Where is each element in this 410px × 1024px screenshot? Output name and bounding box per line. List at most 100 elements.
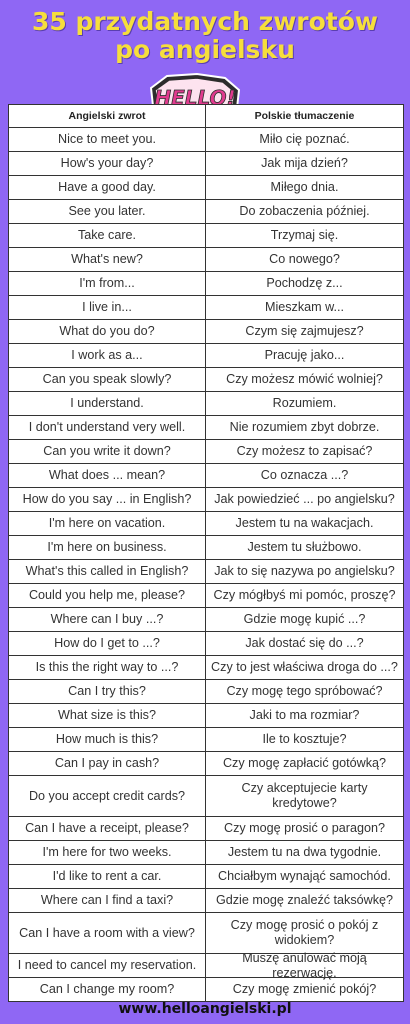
polish-translation: Czy mogę zapłacić gotówką? bbox=[222, 756, 387, 770]
polish-translation: Czym się zajmujesz? bbox=[245, 324, 364, 338]
english-phrase: How do you say ... in English? bbox=[9, 488, 206, 511]
table-row: Could you help me, please? Czy mógłbyś mi… bbox=[9, 584, 403, 608]
polish-translation: Pracuję jako... bbox=[264, 348, 345, 362]
table-row: How do you say ... in English? Jak powied… bbox=[9, 488, 403, 512]
polish-translation: Co oznacza ...? bbox=[260, 468, 349, 482]
english-phrase: Can I pay in cash? bbox=[9, 752, 206, 775]
english-phrase: Could you help me, please? bbox=[9, 584, 206, 607]
table-row: How do I get to ...? Jak dostać się do ..… bbox=[9, 632, 403, 656]
table-row: What does ... mean? Co oznacza ...? bbox=[9, 464, 403, 488]
polish-translation: Jaki to ma rozmiar? bbox=[249, 708, 360, 722]
polish-translation: Czy to jest właściwa droga do ...? bbox=[211, 660, 398, 674]
table-row: I work as a... Pracuję jako... bbox=[9, 344, 403, 368]
title-line-2: po angielsku bbox=[115, 35, 295, 64]
english-phrase: Can I change my room? bbox=[9, 978, 206, 1001]
polish-translation: Gdzie mogę kupić ...? bbox=[243, 612, 366, 626]
table-row: I don't understand very well. Nie rozumie… bbox=[9, 416, 403, 440]
english-phrase: See you later. bbox=[9, 200, 206, 223]
table-row: I'm here on business. Jestem tu służbowo. bbox=[9, 536, 403, 560]
english-phrase: Can you speak slowly? bbox=[9, 368, 206, 391]
table-row: I live in... Mieszkam w... bbox=[9, 296, 403, 320]
english-phrase: What size is this? bbox=[9, 704, 206, 727]
polish-translation: Czy możesz to zapisać? bbox=[236, 444, 373, 458]
polish-translation: Czy mógłbyś mi pomóc, proszę? bbox=[213, 588, 396, 602]
table-row: Do you accept credit cards? Czy akceptuje… bbox=[9, 776, 403, 817]
english-phrase: Can I try this? bbox=[9, 680, 206, 703]
english-phrase: Can you write it down? bbox=[9, 440, 206, 463]
header-english: Angielski zwrot bbox=[9, 105, 206, 127]
polish-translation: Jak mija dzień? bbox=[261, 156, 348, 170]
polish-translation: Chciałbym wynająć samochód. bbox=[218, 869, 391, 883]
english-phrase: Do you accept credit cards? bbox=[9, 776, 206, 816]
polish-translation: Czy akceptujecie karty kredytowe? bbox=[241, 781, 368, 810]
english-phrase: I'm here on business. bbox=[9, 536, 206, 559]
page-title: 35 przydatnych zwrotów po angielsku bbox=[0, 8, 410, 64]
english-phrase: Where can I buy ...? bbox=[9, 608, 206, 631]
table-row: I'm here on vacation. Jestem tu na wakacj… bbox=[9, 512, 403, 536]
table-row: What size is this? Jaki to ma rozmiar? bbox=[9, 704, 403, 728]
polish-translation: Jestem tu na wakacjach. bbox=[235, 516, 374, 530]
table-row: What's this called in English? Jak to się… bbox=[9, 560, 403, 584]
polish-translation: Czy mogę prosić o pokój z widokiem? bbox=[230, 918, 379, 947]
website-url: www.helloangielski.pl bbox=[118, 1001, 292, 1017]
table-row: I'm from... Pochodzę z... bbox=[9, 272, 403, 296]
table-row: What do you do? Czym się zajmujesz? bbox=[9, 320, 403, 344]
polish-translation: Czy mogę tego spróbować? bbox=[226, 684, 383, 698]
table-row: Where can I find a taxi? Gdzie mogę znale… bbox=[9, 889, 403, 913]
polish-translation: Jestem tu służbowo. bbox=[247, 540, 362, 554]
table-row: Can I have a receipt, please? Czy mogę pr… bbox=[9, 817, 403, 841]
english-phrase: I'd like to rent a car. bbox=[9, 865, 206, 888]
english-phrase: What do you do? bbox=[9, 320, 206, 343]
english-phrase: I work as a... bbox=[9, 344, 206, 367]
polish-translation: Do zobaczenia później. bbox=[239, 204, 370, 218]
english-phrase: Is this the right way to ...? bbox=[9, 656, 206, 679]
polish-translation: Jak dostać się do ...? bbox=[245, 636, 364, 650]
polish-translation: Jak to się nazywa po angielsku? bbox=[214, 564, 395, 578]
english-phrase: Nice to meet you. bbox=[9, 128, 206, 151]
english-phrase: How much is this? bbox=[9, 728, 206, 751]
polish-translation: Miłego dnia. bbox=[270, 180, 339, 194]
english-phrase: Can I have a room with a view? bbox=[9, 913, 206, 953]
table-row: Take care. Trzymaj się. bbox=[9, 224, 403, 248]
english-phrase: What does ... mean? bbox=[9, 464, 206, 487]
english-phrase: Take care. bbox=[9, 224, 206, 247]
table-row: Can I change my room? Czy mogę zmienić po… bbox=[9, 978, 403, 1001]
polish-translation: Ile to kosztuje? bbox=[262, 732, 347, 746]
english-phrase: How's your day? bbox=[9, 152, 206, 175]
table-row: Is this the right way to ...? Czy to jest… bbox=[9, 656, 403, 680]
table-row: Can I pay in cash? Czy mogę zapłacić gotó… bbox=[9, 752, 403, 776]
phrases-table: Angielski zwrot Polskie tłumaczenie Nice… bbox=[8, 104, 404, 1002]
polish-translation: Czy możesz mówić wolniej? bbox=[226, 372, 383, 386]
table-row: Where can I buy ...? Gdzie mogę kupić ...… bbox=[9, 608, 403, 632]
table-row: Can you write it down? Czy możesz to zapi… bbox=[9, 440, 403, 464]
english-phrase: I live in... bbox=[9, 296, 206, 319]
title-line-1: 35 przydatnych zwrotów bbox=[31, 7, 379, 36]
table-row: Can I have a room with a view? Czy mogę p… bbox=[9, 913, 403, 954]
english-phrase: What's this called in English? bbox=[9, 560, 206, 583]
table-row: How much is this? Ile to kosztuje? bbox=[9, 728, 403, 752]
english-phrase: Where can I find a taxi? bbox=[9, 889, 206, 912]
polish-translation: Nie rozumiem zbyt dobrze. bbox=[229, 420, 380, 434]
english-phrase: I need to cancel my reservation. bbox=[9, 954, 206, 977]
table-row: I need to cancel my reservation. Muszę an… bbox=[9, 950, 403, 980]
polish-translation: Muszę anulować moją rezerwację. bbox=[242, 950, 367, 980]
table-row: Can you speak slowly? Czy możesz mówić wo… bbox=[9, 368, 403, 392]
polish-translation: Miło cię poznać. bbox=[259, 132, 350, 146]
english-phrase: I'm here on vacation. bbox=[9, 512, 206, 535]
polish-translation: Jak powiedzieć ... po angielsku? bbox=[214, 492, 395, 506]
polish-translation: Pochodzę z... bbox=[266, 276, 343, 290]
table-row: Have a good day. Miłego dnia. bbox=[9, 176, 403, 200]
table-row: I'd like to rent a car. Chciałbym wynająć… bbox=[9, 865, 403, 889]
table-header: Angielski zwrot Polskie tłumaczenie bbox=[9, 105, 403, 128]
table-row: What's new? Co nowego? bbox=[9, 248, 403, 272]
polish-translation: Czy mogę prosić o paragon? bbox=[223, 821, 385, 835]
table-row: Nice to meet you. Miło cię poznać. bbox=[9, 128, 403, 152]
table-row: I understand. Rozumiem. bbox=[9, 392, 403, 416]
english-phrase: Can I have a receipt, please? bbox=[9, 817, 206, 840]
polish-translation: Gdzie mogę znaleźć taksówkę? bbox=[215, 893, 394, 907]
table-row: See you later. Do zobaczenia później. bbox=[9, 200, 403, 224]
polish-translation: Co nowego? bbox=[269, 252, 340, 266]
english-phrase: I understand. bbox=[9, 392, 206, 415]
english-phrase: I don't understand very well. bbox=[9, 416, 206, 439]
english-phrase: I'm from... bbox=[9, 272, 206, 295]
